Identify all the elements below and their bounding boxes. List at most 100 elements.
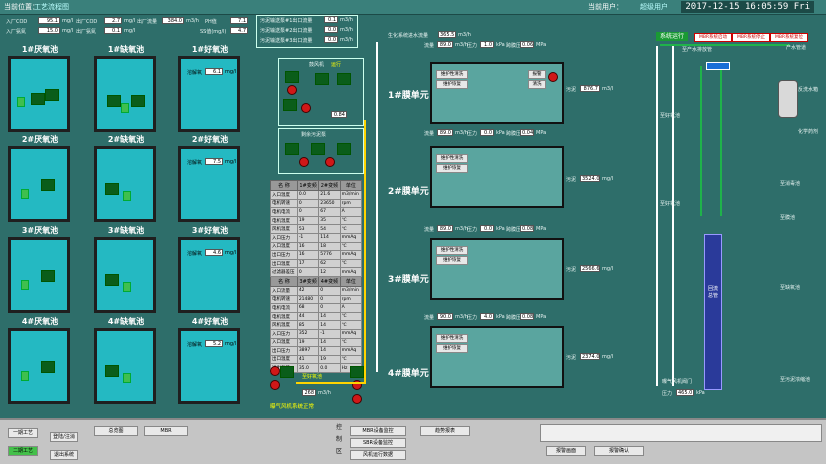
tank-1-anaerobic-title: 1#厌氧池 [21, 45, 59, 54]
return-pipe [672, 46, 674, 386]
unit-4-level-unit: mg/l [602, 354, 614, 360]
outlet-flow-unit: m3/h [186, 18, 199, 24]
unit-4-press-unit: kPa [496, 314, 505, 320]
unit-4-wash-button[interactable]: 维护性清洗 [436, 334, 468, 343]
mbr-stop-button[interactable]: MBR系统停止 [732, 33, 770, 42]
control-char: 控 [335, 424, 342, 431]
phase-2-button[interactable]: 二期工艺 [8, 446, 38, 456]
unit-1-alarm-button[interactable]: 报警 [528, 70, 546, 79]
fan-alarm-icon[interactable] [270, 366, 280, 376]
outlet-nh-unit: mg/l [124, 28, 136, 34]
table-row: 电机转速 0 23650 rpm [270, 198, 363, 209]
mixer-icon[interactable] [21, 371, 29, 381]
mixer-icon[interactable] [21, 189, 29, 199]
air-flow-value: 268 [302, 389, 316, 396]
overview-button[interactable]: 总览图 [94, 426, 138, 436]
mixer-icon[interactable] [123, 282, 131, 292]
fan-data-button[interactable]: 风机运行数据 [350, 450, 406, 460]
inlet-nh-unit: mg/l [62, 28, 74, 34]
status-indicator [105, 274, 119, 286]
membrane-unit-4[interactable]: 4#膜单元 维护性清洗 维护恢复 [388, 326, 564, 388]
user-value: 超级用户 [640, 3, 668, 11]
unit-1-clean-button[interactable]: 清洗 [528, 80, 546, 89]
sludge-flow-1-label: 污泥输送泵#1出口流量 [260, 18, 313, 24]
mixer-icon[interactable] [123, 191, 131, 201]
tank-4-anaerobic[interactable] [8, 328, 70, 404]
air-press-unit: kPa [696, 390, 705, 396]
unit-2-recover-button[interactable]: 维护恢复 [436, 164, 468, 173]
tank-1-oxic[interactable]: 溶解氧 6.1 mg/l [178, 56, 240, 132]
membrane-unit-1[interactable]: 1#膜单元 维护性清洗 维护恢复 报警 清洗 [388, 62, 564, 124]
col-header: 1#变频 [296, 180, 320, 191]
backwash-tank-label: 反洗水箱 [798, 87, 819, 93]
mixer-icon[interactable] [121, 103, 129, 113]
unit-1-wash-button[interactable]: 维护性清洗 [436, 70, 468, 79]
mixer-icon[interactable] [123, 373, 131, 383]
membrane-unit-3[interactable]: 3#膜单元 维护性清洗 维护恢复 [388, 238, 564, 300]
fan-alarm-icon[interactable] [352, 394, 362, 404]
tank-2-anaerobic[interactable] [8, 146, 70, 222]
table-row: 入口压力 -1 114 mmAq [270, 232, 363, 243]
tank-1-anoxic-title: 1#缺氧池 [107, 45, 145, 54]
tank-3-anoxic[interactable] [94, 237, 156, 313]
tank-3-oxic[interactable]: 溶解氧 4.6 mg/l [178, 237, 240, 313]
mbr-start-button[interactable]: MBR系统启动 [694, 33, 732, 42]
alarm-lamp-icon[interactable] [299, 157, 309, 167]
unit-4-recover-button[interactable]: 维护恢复 [436, 344, 468, 353]
alarm-ack-button[interactable]: 报警确认 [594, 446, 644, 456]
tank-1-anoxic[interactable] [94, 56, 156, 132]
status-indicator [107, 95, 121, 107]
unit-1-press-label: 压力 [467, 43, 478, 49]
status-indicator [131, 95, 145, 107]
unit-2-wash-button[interactable]: 维护性清洗 [436, 154, 468, 163]
mixer-icon[interactable] [21, 280, 29, 290]
tank-1-anaerobic[interactable] [8, 56, 70, 132]
do-unit: mg/l [225, 69, 237, 75]
table-row: 出口温度 41 19 ℃ [270, 354, 363, 365]
unit-2-level-value: 3524.0 [580, 175, 600, 182]
mbr-nav-button[interactable]: MBR [144, 426, 188, 436]
mixer-icon[interactable] [17, 97, 25, 107]
login-button[interactable]: 登陆/注消 [50, 432, 78, 442]
fan-system-status: 曝气风机系统正常 [270, 404, 315, 410]
tank-4-anaerobic-title: 4#厌氧池 [21, 317, 59, 326]
alarm-lamp-icon[interactable] [287, 85, 297, 95]
mbr-reset-button[interactable]: MBR系统复位 [770, 33, 808, 42]
unit-1-flow-unit: m3/h [455, 42, 468, 48]
tank-2-do-value: 7.5 [205, 158, 223, 165]
tank-2-oxic[interactable]: 溶解氧 7.5 mg/l [178, 146, 240, 222]
tank-3-oxic-title: 3#好氧池 [191, 226, 229, 235]
alarm-lamp-icon[interactable] [301, 103, 311, 113]
phase-1-button[interactable]: 一期工艺 [8, 428, 38, 438]
fan-alarm-icon[interactable] [270, 380, 280, 390]
ph-value: 7.1 [230, 17, 248, 24]
unit-4-press-label: 压力 [467, 315, 478, 321]
tank-4-anoxic[interactable] [94, 328, 156, 404]
alarm-screen-button[interactable]: 报警画面 [546, 446, 586, 456]
tank-4-do-value: 5.2 [205, 340, 223, 347]
tank-3-anaerobic[interactable] [8, 237, 70, 313]
sbr-monitor-button[interactable]: SBR设备监控 [350, 438, 406, 448]
col-header: 名 称 [270, 275, 298, 287]
table-row: 过滤器差压 0 12 mmAq [270, 267, 363, 277]
trend-report-button[interactable]: 趋势报表 [420, 426, 470, 436]
exit-button[interactable]: 退出系统 [50, 450, 78, 460]
outlet-cod-label: 出厂COD [76, 19, 98, 25]
tank-4-oxic[interactable]: 溶解氧 5.2 mg/l [178, 328, 240, 404]
unit-3-wash-button[interactable]: 维护性清洗 [436, 246, 468, 255]
product-pipe [700, 66, 702, 216]
sludge-pump-title: 剩余污泥泵 [301, 132, 327, 138]
to-wash-label: 至消毒池 [780, 181, 801, 187]
to-oxic-label-2: 至好氧池 [660, 201, 681, 207]
to-product-label: 产水管道 [786, 45, 807, 51]
unit-3-press-value: 0.0 [480, 225, 494, 232]
mbr-monitor-button[interactable]: MBR设备监控 [350, 426, 406, 436]
unit-1-flow-value: 89.0 [437, 41, 453, 48]
unit-4-press-value: 4.0 [480, 313, 494, 320]
alarm-lamp-icon[interactable] [325, 157, 335, 167]
membrane-unit-2[interactable]: 2#膜单元 维护性清洗 维护恢复 [388, 146, 564, 208]
tank-2-anoxic[interactable] [94, 146, 156, 222]
unit-1-recover-button[interactable]: 维护恢复 [436, 80, 468, 89]
unit-3-recover-button[interactable]: 维护恢复 [436, 256, 468, 265]
unit-1-tmp-unit: MPa [536, 42, 547, 48]
